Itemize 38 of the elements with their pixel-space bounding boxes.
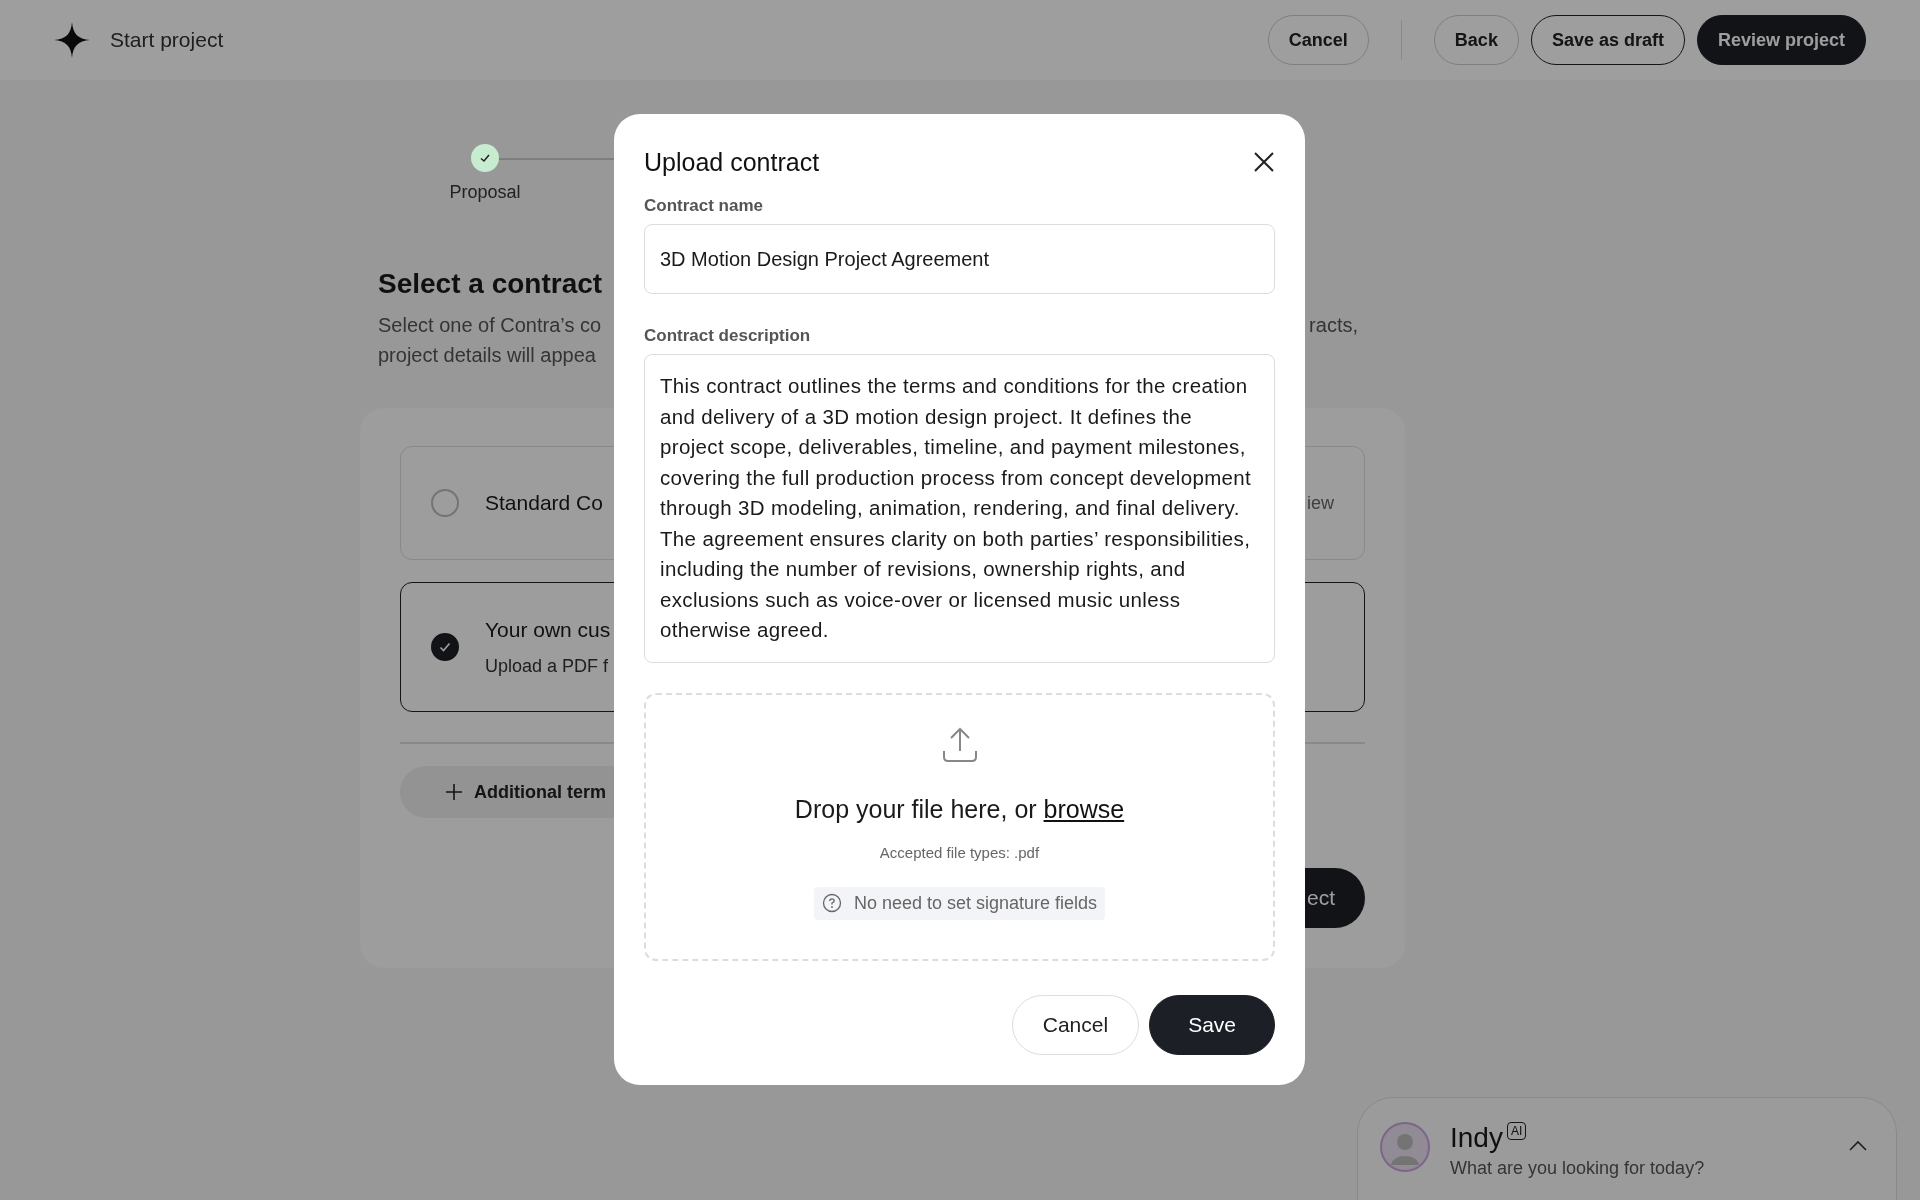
assistant-prompt: What are you looking for today?: [1450, 1158, 1706, 1179]
description-field[interactable]: This contract outlines the terms and conditions for the creation and delivery of a 3D motion design project. It defines the project scope, deliverables, timeline, and payment milestones, covering the full production process from concept development through 3D modeling, animation, rendering, and final delivery. The agreement ensures clarity on both parties’ responsibilities, including the number of revisions, ownership rights, and exclusions such as voice-over or licensed music unless otherwise agreed.: [644, 354, 1275, 663]
avatar: [1380, 1122, 1430, 1172]
header-button[interactable]: Save as draft: [1530, 15, 1685, 65]
option-title: Standard Co: [485, 491, 603, 515]
file-types-hint: Accepted file types: .pdf: [879, 843, 1040, 861]
help-icon: [821, 893, 842, 913]
dialog-title: Upload contract: [644, 147, 820, 177]
sparkle-logo-icon[interactable]: [54, 22, 90, 58]
plus-icon: [444, 782, 464, 802]
step-label: Proposal: [449, 182, 521, 203]
description-text: project details will appea: [378, 343, 597, 368]
description-text: Select one of Contra’s co: [378, 313, 602, 338]
field-label: Contract name: [644, 196, 765, 216]
header-button[interactable]: Review project: [1696, 15, 1866, 65]
contract-name-field[interactable]: 3D Motion Design Project Agreement: [644, 224, 1275, 294]
browse-link[interactable]: browse: [1043, 794, 1125, 823]
drop-instruction: Drop your file here, or browse: [794, 794, 1125, 824]
field-label: Contract description: [644, 326, 812, 346]
radio-icon[interactable]: [431, 489, 459, 517]
dialog-button[interactable]: Save: [1149, 995, 1275, 1055]
note-text: No need to set signature fields: [853, 892, 1098, 914]
cancel-button[interactable]: Cancel: [1267, 15, 1369, 65]
file-drop-zone[interactable]: Drop your file here, or browse Accepted file types: .pdf No need to set signature fields: [644, 692, 1275, 961]
assistant-widget[interactable]: Indy AI What are you looking for today?: [1357, 1097, 1897, 1200]
ai-badge: AI: [1506, 1122, 1527, 1140]
dialog-button[interactable]: Cancel: [1011, 995, 1140, 1055]
page-title: Start project: [110, 28, 224, 52]
description-text: racts,: [1309, 313, 1358, 338]
chevron-up-icon[interactable]: [1848, 1140, 1868, 1152]
close-icon[interactable]: [1253, 151, 1275, 173]
option-subtitle: Upload a PDF f: [485, 655, 609, 677]
radio-icon[interactable]: [431, 633, 459, 661]
option-link[interactable]: iew: [1307, 492, 1334, 514]
option-title: Your own cus: [485, 617, 611, 642]
header-button[interactable]: Back: [1433, 15, 1519, 65]
section-title: Select a contract: [378, 268, 603, 300]
assistant-name: Indy: [1450, 1122, 1503, 1154]
